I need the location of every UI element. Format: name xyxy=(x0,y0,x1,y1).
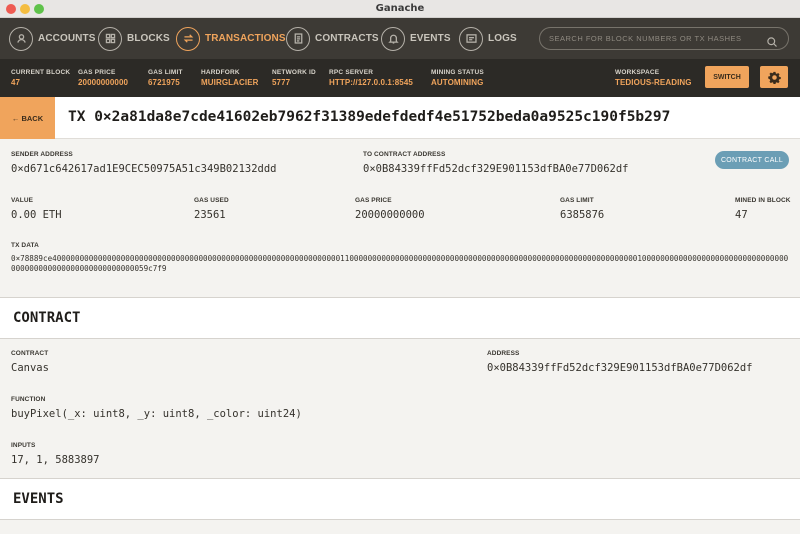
to-contract-address-label: TO CONTRACT ADDRESS xyxy=(363,151,446,158)
status-bar: CURRENT BLOCK 47 GAS PRICE 20000000000 G… xyxy=(0,59,800,97)
gas-price: 20000000000 xyxy=(355,209,425,221)
gas-limit-label: GAS LIMIT xyxy=(560,197,594,204)
window-titlebar: Ganache xyxy=(0,0,800,18)
mined-in-block: 47 xyxy=(735,209,748,221)
account-icon xyxy=(9,26,33,51)
tx-header: ← BACK TX 0×2a81da8e7cde41602eb7962f3138… xyxy=(0,97,800,139)
gas-used: 23561 xyxy=(194,209,226,221)
window-title: Ganache xyxy=(375,3,425,14)
contract-address-label: ADDRESS xyxy=(487,350,520,357)
nav-accounts[interactable]: ACCOUNTS xyxy=(9,18,95,59)
nav-events[interactable]: EVENTS xyxy=(381,18,451,59)
stat-gas-price: GAS PRICE 20000000000 xyxy=(78,69,129,87)
contract-section-title: CONTRACT xyxy=(13,310,81,326)
contract-name-label: CONTRACT xyxy=(11,350,49,357)
gas-price-label: GAS PRICE xyxy=(355,197,392,204)
stat-network-id: NETWORK ID 5777 xyxy=(272,69,316,87)
tx-value: 0.00 ETH xyxy=(11,209,62,221)
search-icon[interactable] xyxy=(766,33,778,47)
function-label: FUNCTION xyxy=(11,396,46,403)
nav-logs[interactable]: LOGS xyxy=(459,18,517,59)
gas-used-label: GAS USED xyxy=(194,197,229,204)
main-nav: ACCOUNTS BLOCKS TRANSACTIONS CONTRACTS E… xyxy=(0,18,800,59)
stat-mining-status: MINING STATUS AUTOMINING xyxy=(431,69,484,87)
function-inputs: 17, 1, 5883897 xyxy=(11,454,100,466)
stat-workspace: WORKSPACE TEDIOUS-READING xyxy=(615,69,692,87)
switch-workspace-button[interactable]: SWITCH xyxy=(705,66,749,88)
transactions-icon xyxy=(176,26,200,51)
stat-hardfork: HARDFORK MUIRGLACIER xyxy=(201,69,259,87)
contracts-icon xyxy=(286,26,310,51)
nav-blocks[interactable]: BLOCKS xyxy=(98,18,170,59)
nav-contracts[interactable]: CONTRACTS xyxy=(286,18,379,59)
nav-transactions[interactable]: TRANSACTIONS xyxy=(176,18,286,59)
search-box xyxy=(539,27,789,50)
back-button[interactable]: ← BACK xyxy=(0,97,55,139)
events-section-title: EVENTS xyxy=(13,491,64,507)
search-input[interactable] xyxy=(540,34,760,43)
logs-icon xyxy=(459,26,483,51)
gas-limit: 6385876 xyxy=(560,209,605,221)
inputs-label: INPUTS xyxy=(11,442,36,449)
function-signature: buyPixel(_x: uint8, _y: uint8, _color: u… xyxy=(11,408,302,420)
sender-address-label: SENDER ADDRESS xyxy=(11,151,73,158)
contract-section-header: CONTRACT xyxy=(0,297,800,339)
mined-in-block-label: MINED IN BLOCK xyxy=(735,197,791,204)
events-section-header: EVENTS xyxy=(0,478,800,520)
settings-button[interactable] xyxy=(760,66,788,88)
tx-hash-title: TX 0×2a81da8e7cde41602eb7962f31389edefde… xyxy=(68,109,671,125)
sender-address: 0×d671c642617ad1E9CEC50975A51c349B02132d… xyxy=(11,163,277,175)
contract-address: 0×0B84339ffFd52dcf329E901153dfBA0e77D062… xyxy=(487,362,753,374)
gear-icon xyxy=(767,71,781,84)
stat-rpc-server: RPC SERVER HTTP://127.0.0.1:8545 xyxy=(329,69,413,87)
value-label: VALUE xyxy=(11,197,34,204)
tx-data: 0×78889ce4000000000000000000000000000000… xyxy=(11,254,789,273)
blocks-icon xyxy=(98,26,122,51)
contract-call-badge: CONTRACT CALL xyxy=(715,151,789,169)
stat-gas-limit: GAS LIMIT 6721975 xyxy=(148,69,183,87)
to-contract-address: 0×0B84339ffFd52dcf329E901153dfBA0e77D062… xyxy=(363,163,629,175)
bell-icon xyxy=(381,26,405,51)
stat-current-block: CURRENT BLOCK 47 xyxy=(11,69,71,87)
tx-data-label: TX DATA xyxy=(11,242,39,249)
contract-name: Canvas xyxy=(11,362,49,374)
